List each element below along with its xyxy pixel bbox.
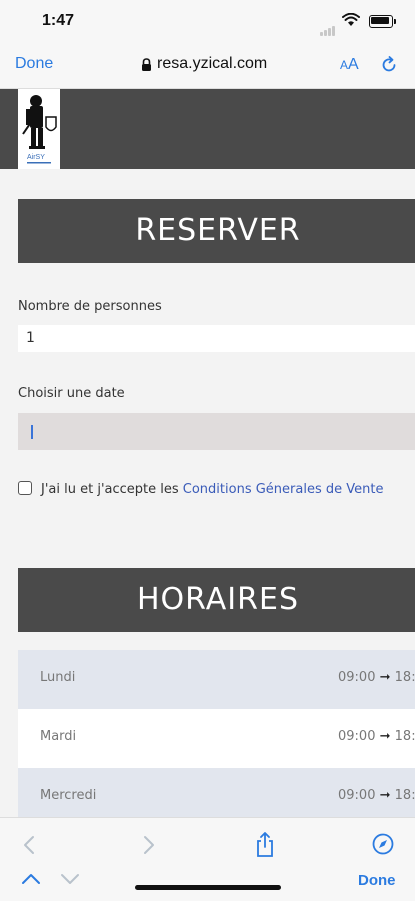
arrow-right-icon: ➞ xyxy=(379,788,391,803)
arrow-right-icon: ➞ xyxy=(379,670,391,685)
url-address[interactable]: resa.yzical.com xyxy=(157,55,267,73)
browser-bar: Done resa.yzical.com AA xyxy=(0,44,415,89)
hours-range: 09:00 ➞ 18:0 xyxy=(338,729,415,744)
hours-day: Lundi xyxy=(40,670,76,685)
date-label: Choisir une date xyxy=(18,386,125,401)
knight-logo-icon: AirSY xyxy=(22,95,57,164)
reserve-title: RESERVER xyxy=(18,199,415,263)
chevron-up-icon[interactable] xyxy=(21,873,41,885)
hours-range: 09:00 ➞ 18:0 xyxy=(338,788,415,803)
wifi-icon xyxy=(342,13,360,26)
cellular-signal-icon xyxy=(320,17,336,36)
site-header xyxy=(0,89,415,169)
hours-day: Mardi xyxy=(40,729,77,744)
status-bar: 1:47 xyxy=(0,0,415,44)
text-size-button[interactable]: AA xyxy=(340,56,359,74)
hours-row: Lundi 09:00 ➞ 18:0 xyxy=(18,650,415,709)
chevron-down-icon[interactable] xyxy=(60,873,80,885)
compass-icon[interactable] xyxy=(372,833,394,855)
status-time: 1:47 xyxy=(42,12,75,29)
hours-range: 09:00 ➞ 18:0 xyxy=(338,670,415,685)
back-icon[interactable] xyxy=(22,835,36,855)
site-logo[interactable]: AirSY xyxy=(18,89,60,169)
people-count-input[interactable]: 1 xyxy=(18,325,415,352)
terms-text: J'ai lu et j'accepte les Conditions Géne… xyxy=(41,482,384,497)
terms-link[interactable]: Conditions Génerales de Vente xyxy=(183,482,384,497)
done-button[interactable]: Done xyxy=(15,55,53,73)
reload-icon[interactable] xyxy=(380,56,398,74)
battery-icon xyxy=(369,15,393,28)
hours-row: Mardi 09:00 ➞ 18:0 xyxy=(18,709,415,768)
share-icon[interactable] xyxy=(255,832,275,858)
people-label: Nombre de personnes xyxy=(18,299,162,314)
forward-icon[interactable] xyxy=(142,835,156,855)
hours-table: Lundi 09:00 ➞ 18:0 Mardi 09:00 ➞ 18:0 Me… xyxy=(18,650,415,827)
home-indicator xyxy=(135,885,281,890)
hours-day: Mercredi xyxy=(40,788,97,803)
text-cursor xyxy=(31,425,33,439)
hours-title: HORAIRES xyxy=(18,568,415,632)
date-input[interactable] xyxy=(18,413,415,450)
lock-icon xyxy=(142,58,151,71)
keyboard-done-button[interactable]: Done xyxy=(358,872,396,889)
logo-text: AirSY xyxy=(27,154,45,161)
terms-checkbox[interactable] xyxy=(18,481,32,495)
arrow-right-icon: ➞ xyxy=(379,729,391,744)
